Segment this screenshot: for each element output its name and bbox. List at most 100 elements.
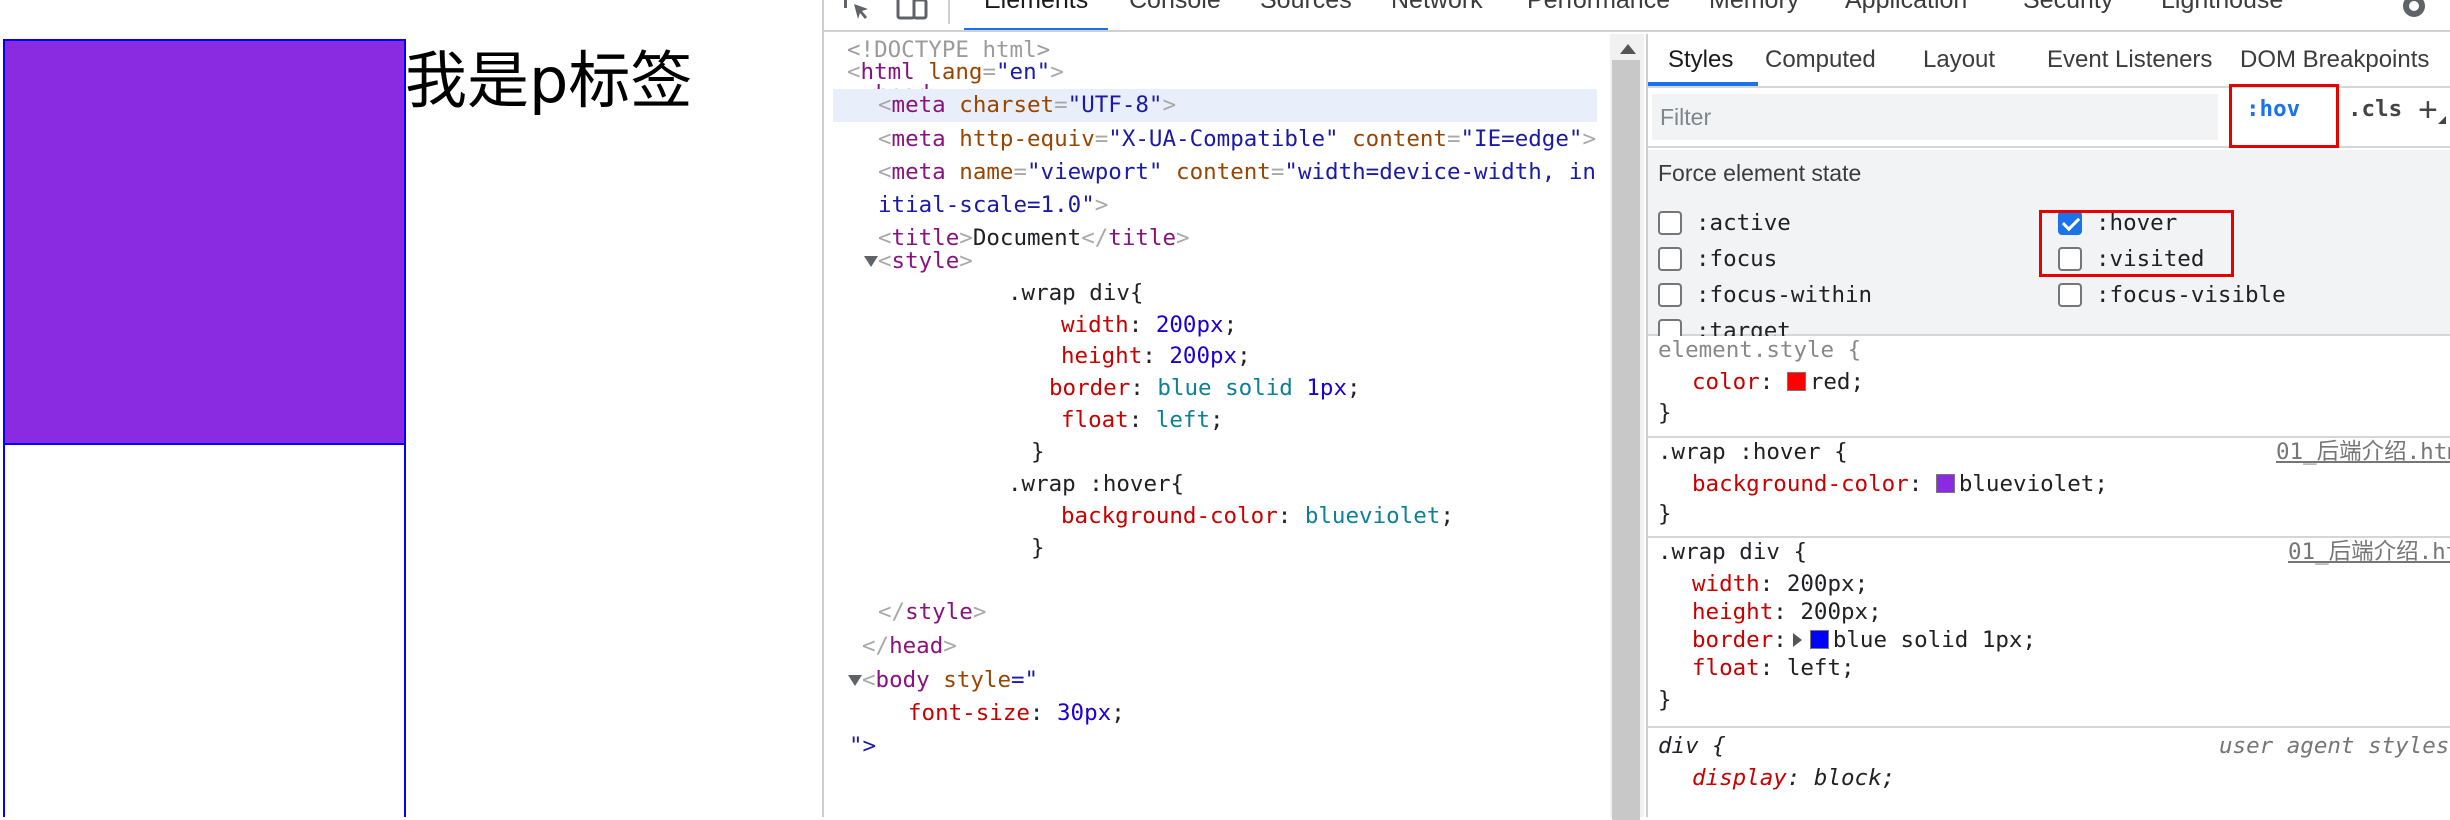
device-toolbar-icon[interactable] — [894, 0, 930, 24]
decl-color-value: red — [1809, 369, 1851, 395]
viewport-name-value: "viewport" — [1027, 159, 1163, 185]
meta-tag: meta — [891, 92, 946, 118]
dom-line-style[interactable]: <style> — [878, 245, 973, 278]
tab-console[interactable]: Console — [1129, 0, 1221, 15]
css-border-width: 1px — [1306, 375, 1348, 401]
dom-line-style-close[interactable]: </style> — [878, 596, 986, 629]
expand-shorthand-icon[interactable] — [1792, 633, 1802, 647]
rule-source-link[interactable]: 01_后端介绍.html — [2288, 538, 2450, 566]
dom-line-body-fontsize[interactable]: font-size: 30px; — [908, 697, 1125, 730]
css-float-value: left — [1155, 407, 1211, 433]
tab-network[interactable]: Network — [1391, 0, 1483, 15]
subtab-dom-breakpoints[interactable]: DOM Breakpoints — [2240, 46, 2429, 74]
rule-wrap-hover[interactable]: .wrap :hover { 01_后端介绍.html background-c… — [1648, 438, 2450, 538]
state-focus-within-option[interactable]: :focus-within — [1658, 280, 1872, 310]
user-agent-source-label: user agent stylesheet — [2219, 733, 2450, 759]
viewport-content-value: "width=device-width, in — [1284, 159, 1596, 185]
css-line-border[interactable]: border: blue solid 1px; — [1049, 372, 1361, 405]
body-fontsize-prop: font-size — [908, 700, 1030, 726]
tab-performance[interactable]: Performance — [1527, 0, 1670, 15]
color-swatch-icon[interactable] — [1935, 474, 1955, 493]
subtab-layout[interactable]: Layout — [1923, 46, 1995, 74]
rule-decl-border[interactable]: border: blue solid 1px; — [1692, 626, 2036, 654]
content-attr: content — [1352, 126, 1447, 152]
new-style-rule-button[interactable]: + — [2418, 90, 2438, 130]
state-focus-within-checkbox[interactable] — [1658, 283, 1682, 307]
css-line-width[interactable]: width: 200px; — [1061, 309, 1237, 342]
css-close-brace: } — [1031, 535, 1045, 561]
elements-dom-tree[interactable]: <!DOCTYPE html> <html lang="en"> <head> … — [824, 34, 1610, 817]
tab-bar-divider — [948, 0, 950, 24]
rule-decl-color[interactable]: color: red; — [1692, 368, 1864, 396]
decl-width-prop: width — [1692, 571, 1760, 597]
force-element-state-section: Force element state :active :focus :focu… — [1648, 150, 2450, 344]
rule-decl-width[interactable]: width: 200px; — [1692, 570, 1868, 598]
rule-div-user-agent[interactable]: div { user agent stylesheet display: blo… — [1648, 728, 2450, 817]
tab-sources[interactable]: Sources — [1260, 0, 1352, 15]
dom-line-body[interactable]: <body style=" — [862, 664, 1038, 697]
tab-lighthouse[interactable]: Lighthouse — [2161, 0, 2283, 15]
state-focus-visible-option[interactable]: :focus-visible — [2058, 280, 2286, 310]
rule-decl-bgcolor[interactable]: background-color: blueviolet; — [1692, 470, 2108, 498]
rule-decl-height[interactable]: height: 200px; — [1692, 598, 1882, 626]
css-line-float[interactable]: float: left; — [1061, 404, 1224, 437]
viewport-content-value-cont: itial-scale=1.0" — [878, 192, 1095, 218]
state-focus-checkbox[interactable] — [1658, 247, 1682, 271]
styles-filter-bar: :hov .cls + — [1648, 84, 2450, 148]
dom-line-body-style-close: "> — [849, 730, 876, 763]
css-line-selector-1[interactable]: .wrap div{ — [1008, 277, 1143, 310]
force-state-title: Force element state — [1658, 160, 1862, 186]
hovered-div-box[interactable] — [3, 39, 406, 445]
tab-elements[interactable]: Elements — [984, 0, 1088, 15]
styles-pane: Styles Computed Layout Event Listeners D… — [1646, 34, 2450, 817]
rule-source-link[interactable]: 01_后端介绍.html — [2276, 438, 2450, 466]
wrap-div-selector: .wrap div { — [1658, 539, 1808, 565]
scroll-up-arrow-icon[interactable] — [1620, 44, 1636, 54]
decl-float-value: left — [1786, 655, 1842, 681]
ie-value: "IE=edge" — [1460, 126, 1583, 152]
state-active-checkbox[interactable] — [1658, 211, 1682, 235]
subtab-computed[interactable]: Computed — [1765, 46, 1876, 74]
lang-value: "en" — [996, 59, 1051, 85]
style-close-tag: style — [905, 599, 973, 625]
state-focus-visible-checkbox[interactable] — [2058, 283, 2082, 307]
subtab-styles[interactable]: Styles — [1668, 46, 1733, 74]
wrap-hover-selector: .wrap :hover { — [1658, 439, 1848, 465]
color-swatch-icon[interactable] — [1809, 630, 1829, 649]
name-attr: name — [959, 159, 1014, 185]
style-collapse-triangle-icon[interactable] — [864, 256, 878, 267]
rule-decl-float[interactable]: float: left; — [1692, 654, 1855, 682]
dom-line-meta-viewport-wrap[interactable]: itial-scale=1.0"> — [878, 189, 1108, 222]
css-close-brace: } — [1031, 439, 1045, 465]
body-collapse-triangle-icon[interactable] — [848, 675, 862, 686]
decl-width-value: 200px — [1786, 571, 1855, 597]
css-width-value: 200px — [1155, 312, 1224, 338]
rule-element-style[interactable]: element.style { color: red; } — [1648, 336, 2450, 438]
second-div-box[interactable] — [3, 443, 406, 817]
dom-line-meta-charset[interactable]: <meta charset="UTF-8"> — [833, 89, 1597, 122]
dom-line-meta-httpequiv[interactable]: <meta http-equiv="X-UA-Compatible" conte… — [878, 123, 1596, 156]
content-attr: content — [1176, 159, 1271, 185]
css-line-height[interactable]: height: 200px; — [1061, 340, 1251, 373]
elements-scrollbar-thumb[interactable] — [1612, 60, 1640, 820]
tab-application[interactable]: Application — [1845, 0, 1967, 15]
cls-toggle-button[interactable]: .cls — [2348, 96, 2402, 122]
tab-memory[interactable]: Memory — [1709, 0, 1799, 15]
subtab-event-listeners[interactable]: Event Listeners — [2047, 46, 2212, 74]
inspect-element-icon[interactable] — [838, 0, 874, 24]
state-active-option[interactable]: :active — [1658, 208, 1791, 238]
p-tag-text: 我是p标签 — [405, 44, 693, 117]
dom-line-head-close[interactable]: </head> — [862, 630, 957, 663]
decl-border-prop: border — [1692, 627, 1774, 653]
rule-wrap-div[interactable]: .wrap div { 01_后端介绍.html width: 200px; h… — [1648, 538, 2450, 728]
settings-gear-icon[interactable] — [2396, 0, 2432, 24]
css-line-bgcolor[interactable]: background-color: blueviolet; — [1061, 500, 1454, 533]
body-style-attr: style — [943, 667, 1012, 693]
styles-filter-input[interactable] — [1652, 94, 2218, 140]
color-swatch-icon[interactable] — [1786, 372, 1806, 391]
state-focus-option[interactable]: :focus — [1658, 244, 1777, 274]
tab-security[interactable]: Security — [2023, 0, 2113, 15]
decl-float-prop: float — [1692, 655, 1760, 681]
css-line-selector-2[interactable]: .wrap :hover{ — [1008, 468, 1184, 501]
dom-line-meta-viewport[interactable]: <meta name="viewport" content="width=dev… — [878, 156, 1596, 189]
